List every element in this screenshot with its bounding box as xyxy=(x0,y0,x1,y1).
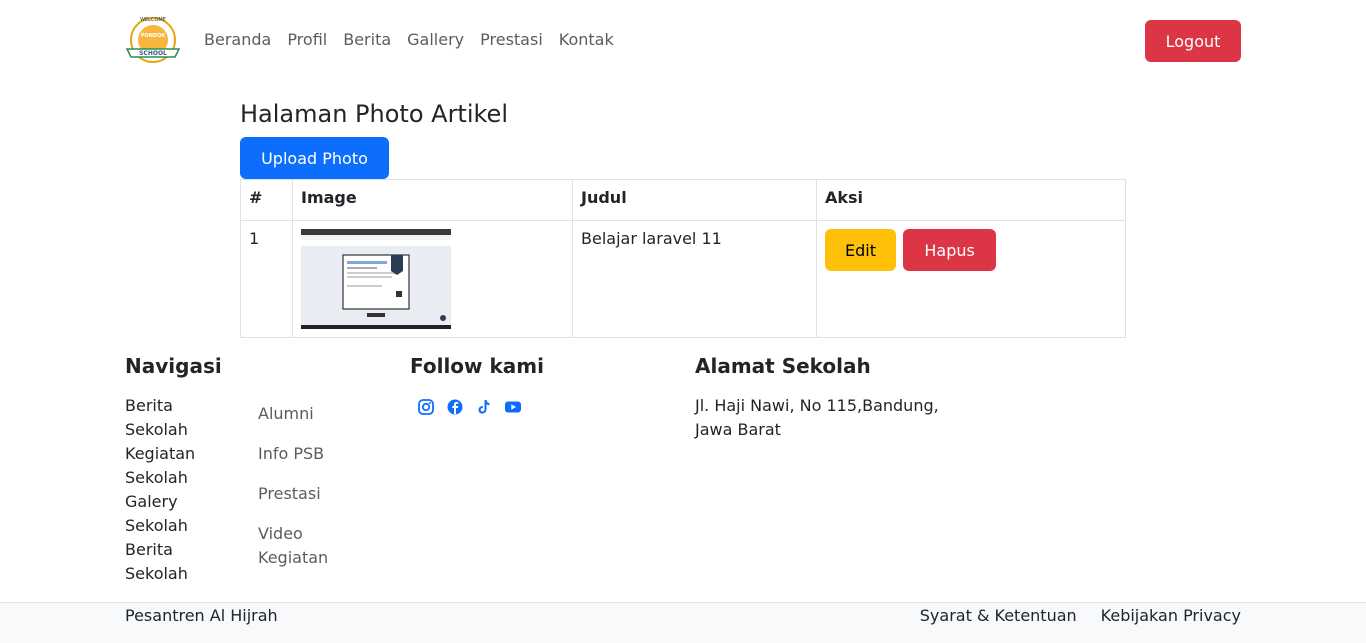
main-nav: Beranda Profil Berita Gallery Prestasi K… xyxy=(196,29,622,51)
upload-photo-button[interactable]: Upload Photo xyxy=(240,137,389,179)
footer-nav-column-2: Alumni Info PSB Prestasi Video Kegiatan xyxy=(258,402,368,586)
footer-link-text: Berita xyxy=(125,396,173,415)
cell-image xyxy=(292,220,573,338)
footer-link-berita-sekolah[interactable]: Berita Sekolah xyxy=(125,394,245,442)
address-line-1: Jl. Haji Nawi, No 115,Bandung, xyxy=(695,396,939,415)
tiktok-icon[interactable] xyxy=(474,397,494,417)
nav-link-prestasi[interactable]: Prestasi xyxy=(472,29,551,51)
instagram-icon[interactable] xyxy=(416,397,436,417)
footer-link-text: Sekolah xyxy=(125,564,188,583)
footer-link-kegiatan-sekolah[interactable]: Kegiatan Sekolah xyxy=(125,442,245,490)
footer-link-video-kegiatan[interactable]: Video Kegiatan xyxy=(258,522,368,570)
footer-follow-title: Follow kami xyxy=(410,354,544,378)
nav-link-profil[interactable]: Profil xyxy=(279,29,335,51)
logout-button[interactable]: Logout xyxy=(1145,20,1241,62)
footer-link-text: Sekolah xyxy=(125,420,188,439)
photo-table: # Image Judul Aksi 1 Belajar laravel 11 … xyxy=(240,179,1126,338)
header-judul: Judul xyxy=(572,179,817,221)
header-image: Image xyxy=(292,179,573,221)
cell-aksi: Edit Hapus xyxy=(816,220,1126,338)
facebook-icon[interactable] xyxy=(445,397,465,417)
cell-number: 1 xyxy=(240,220,293,338)
school-logo[interactable]: WELCOME PONDOK SCHOOL xyxy=(125,13,181,67)
address-line-2: Jawa Barat xyxy=(695,420,781,439)
footer-link-text: Sekolah xyxy=(125,468,188,487)
footer-link-text: Berita xyxy=(125,540,173,559)
footer-link-galery-sekolah[interactable]: Galery Sekolah xyxy=(125,490,245,538)
header-number: # xyxy=(240,179,293,221)
footer-link-info-psb[interactable]: Info PSB xyxy=(258,442,368,466)
logo-text-mid: PONDOK xyxy=(141,33,167,39)
table-header-row: # Image Judul Aksi xyxy=(240,179,1126,221)
social-icons xyxy=(416,397,523,417)
footer-address-title: Alamat Sekolah xyxy=(695,354,871,378)
footer-link-alumni[interactable]: Alumni xyxy=(258,402,368,426)
article-photo-thumbnail[interactable] xyxy=(301,229,451,329)
school-address: Jl. Haji Nawi, No 115,Bandung, Jawa Bara… xyxy=(695,394,955,442)
logo-text-top: WELCOME xyxy=(140,17,166,23)
page-title: Halaman Photo Artikel xyxy=(240,100,508,128)
footer-link-prestasi[interactable]: Prestasi xyxy=(258,482,368,506)
bottom-bar: Pesantren Al Hijrah Syarat & Ketentuan K… xyxy=(0,602,1366,643)
nav-link-berita[interactable]: Berita xyxy=(335,29,399,51)
nav-link-beranda[interactable]: Beranda xyxy=(196,29,279,51)
nav-link-kontak[interactable]: Kontak xyxy=(551,29,622,51)
nav-link-gallery[interactable]: Gallery xyxy=(399,29,472,51)
cell-judul: Belajar laravel 11 xyxy=(572,220,817,338)
copyright-text: Pesantren Al Hijrah xyxy=(125,606,278,625)
bottom-links: Syarat & Ketentuan Kebijakan Privacy xyxy=(920,605,1241,627)
table-row: 1 Belajar laravel 11 Edit Hapus xyxy=(240,220,1126,338)
navbar: WELCOME PONDOK SCHOOL Beranda Profil Ber… xyxy=(0,0,1366,82)
footer-nav-column-1: Berita Sekolah Kegiatan Sekolah Galery S… xyxy=(125,394,245,586)
youtube-icon[interactable] xyxy=(503,397,523,417)
terms-link[interactable]: Syarat & Ketentuan xyxy=(920,605,1077,627)
footer-link-text: Galery xyxy=(125,492,178,511)
footer-link-text: Kegiatan xyxy=(125,444,196,463)
privacy-link[interactable]: Kebijakan Privacy xyxy=(1101,605,1241,627)
footer-link-text: Sekolah xyxy=(125,516,188,535)
footer-nav-title: Navigasi xyxy=(125,354,222,378)
logo-text-banner: SCHOOL xyxy=(139,50,167,57)
footer-link-berita-sekolah-2[interactable]: Berita Sekolah xyxy=(125,538,245,586)
header-aksi: Aksi xyxy=(816,179,1126,221)
delete-button[interactable]: Hapus xyxy=(903,229,997,271)
edit-button[interactable]: Edit xyxy=(825,229,896,271)
